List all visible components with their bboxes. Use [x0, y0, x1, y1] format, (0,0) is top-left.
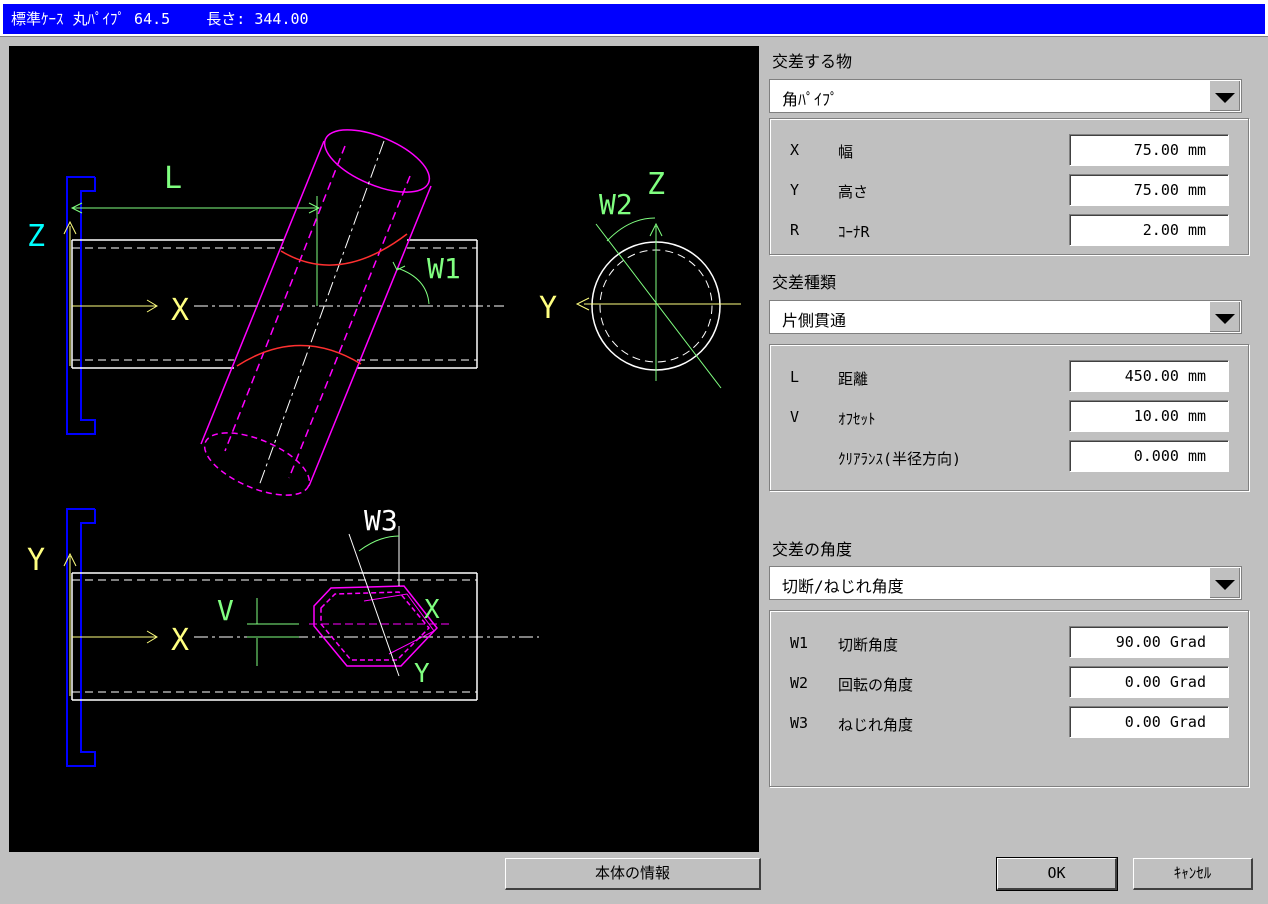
row-key-l: L [790, 368, 800, 386]
intersect-angle-select[interactable]: 切断/ねじれ角度 [769, 566, 1242, 600]
distance-value: 450.00 [1124, 367, 1179, 385]
row-key-y: Y [790, 181, 800, 199]
square-pipe-section [313, 585, 438, 667]
row-label-offset: ｵﾌｾｯﾄ [838, 410, 876, 428]
row-key-v: V [790, 408, 800, 426]
chevron-down-icon[interactable] [1209, 568, 1240, 598]
distance-input[interactable]: 450.00 mm [1069, 360, 1229, 392]
row-key-x: X [790, 141, 800, 159]
corner-r-input[interactable]: 2.00 mm [1069, 214, 1229, 246]
row-key-w3: W3 [790, 714, 809, 732]
cut-angle-input[interactable]: 90.00 Grad [1069, 626, 1229, 658]
row-label-clearance: ｸﾘｱﾗﾝｽ(半径方向) [838, 450, 962, 468]
height-unit: mm [1187, 181, 1206, 199]
intersect-object-label: 交差する物 [772, 52, 853, 71]
cad-preview-canvas[interactable]: X Z L W1 Y Z W2 X Y V W3 X Y [9, 46, 759, 852]
clearance-unit: mm [1187, 447, 1206, 465]
intersect-type-select[interactable]: 片側貫通 [769, 300, 1242, 334]
twist-angle-unit: Grad [1169, 713, 1206, 731]
width-unit: mm [1187, 141, 1206, 159]
twist-angle-input[interactable]: 0.00 Grad [1069, 706, 1229, 738]
row-label-distance: 距離 [838, 370, 869, 388]
label-w2: W2 [599, 188, 633, 221]
row-key-r: R [790, 221, 800, 239]
row-key-w2: W2 [790, 674, 809, 692]
label-w3: W3 [364, 504, 398, 537]
title-bar: 標準ｹｰｽ 丸ﾊﾟｲﾌﾟ 64.5 長さ: 344.00 [0, 0, 1268, 37]
label-x-section: X [424, 595, 440, 625]
label-z-top: Z [27, 219, 45, 254]
label-z-side: Z [647, 167, 665, 202]
row-label-height: 高さ [838, 183, 869, 201]
cancel-button[interactable]: ｷｬﾝｾﾙ [1133, 858, 1253, 890]
label-v: V [217, 594, 234, 627]
clearance-input[interactable]: 0.000 mm [1069, 440, 1229, 472]
intersect-object-select[interactable]: 角ﾊﾟｲﾌﾟ [769, 79, 1242, 113]
row-label-rotation-angle: 回転の角度 [838, 676, 914, 694]
corner-r-unit: mm [1187, 221, 1206, 239]
row-label-twist-angle: ねじれ角度 [838, 716, 914, 734]
height-value: 75.00 [1133, 181, 1179, 199]
window-title: 標準ｹｰｽ 丸ﾊﾟｲﾌﾟ 64.5 長さ: 344.00 [3, 4, 1265, 34]
intersect-angle-label: 交差の角度 [772, 540, 853, 559]
intersect-type-value: 片側貫通 [782, 311, 847, 330]
intersect-object-value: 角ﾊﾟｲﾌﾟ [782, 90, 839, 109]
cad-drawing: X Z L W1 Y Z W2 X Y V W3 X Y [27, 129, 741, 767]
offset-unit: mm [1187, 407, 1206, 425]
ok-button[interactable]: OK [996, 857, 1118, 891]
chevron-down-icon[interactable] [1209, 81, 1240, 111]
height-input[interactable]: 75.00 mm [1069, 174, 1229, 206]
chevron-down-icon[interactable] [1209, 302, 1240, 332]
label-w1: W1 [427, 252, 461, 285]
rotation-angle-value: 0.00 [1124, 673, 1161, 691]
cut-angle-unit: Grad [1169, 633, 1206, 651]
label-l: L [164, 161, 182, 196]
width-input[interactable]: 75.00 mm [1069, 134, 1229, 166]
label-y-section: Y [414, 659, 430, 689]
intersect-angle-value: 切断/ねじれ角度 [782, 577, 904, 596]
corner-r-value: 2.00 [1142, 221, 1179, 239]
rotation-angle-unit: Grad [1169, 673, 1206, 691]
label-y-bottom: Y [27, 543, 45, 578]
row-key-w1: W1 [790, 634, 809, 652]
label-x-top: X [171, 293, 189, 328]
clearance-value: 0.000 [1133, 447, 1179, 465]
offset-input[interactable]: 10.00 mm [1069, 400, 1229, 432]
offset-value: 10.00 [1133, 407, 1179, 425]
rotation-angle-input[interactable]: 0.00 Grad [1069, 666, 1229, 698]
row-label-width: 幅 [838, 143, 854, 161]
distance-unit: mm [1187, 367, 1206, 385]
width-value: 75.00 [1133, 141, 1179, 159]
body-info-button[interactable]: 本体の情報 [505, 858, 761, 890]
inclined-pipe [200, 129, 432, 496]
intersect-type-label: 交差種類 [772, 273, 837, 292]
row-label-corner-r: ｺｰﾅR [838, 223, 870, 241]
cut-angle-value: 90.00 [1115, 633, 1161, 651]
twist-angle-value: 0.00 [1124, 713, 1161, 731]
row-label-cut-angle: 切断角度 [838, 636, 899, 654]
label-x-bottom: X [171, 623, 189, 658]
label-y-side: Y [539, 291, 557, 326]
